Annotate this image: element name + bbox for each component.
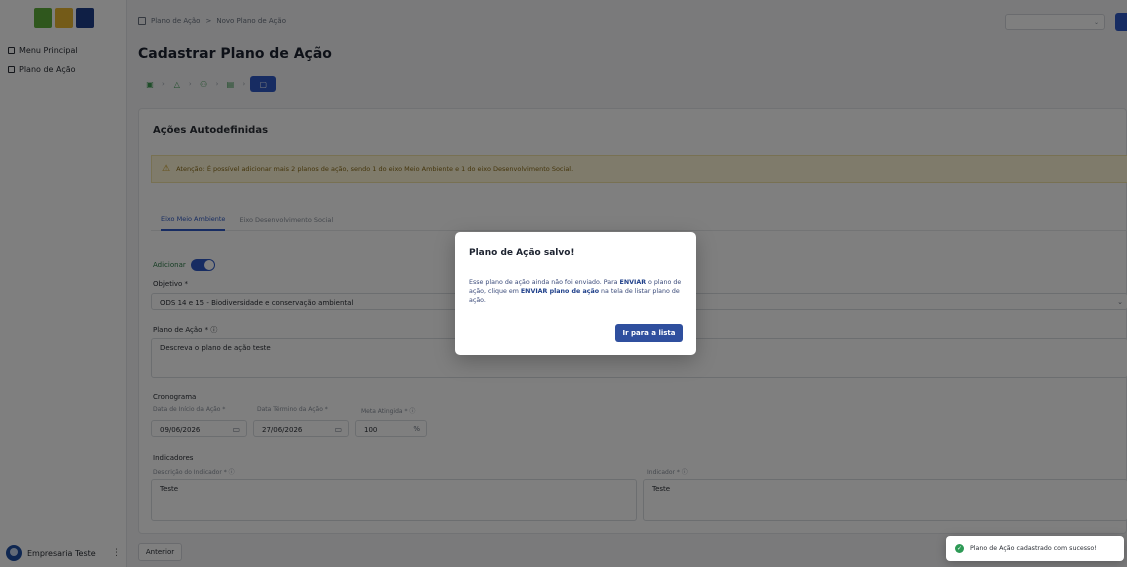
- modal-body-emphasis: ENVIAR plano de ação: [520, 288, 600, 295]
- go-to-list-button[interactable]: Ir para a lista: [615, 324, 683, 342]
- modal-body: Esse plano de ação ainda não foi enviado…: [469, 278, 687, 305]
- modal-title: Plano de Ação salvo!: [469, 248, 575, 258]
- toast-message: Plano de Ação cadastrado com sucesso!: [970, 545, 1097, 552]
- success-modal: Plano de Ação salvo! Esse plano de ação …: [455, 232, 696, 355]
- modal-body-text: Esse plano de ação ainda não foi enviado…: [469, 279, 620, 286]
- success-toast: ✓ Plano de Ação cadastrado com sucesso!: [946, 536, 1124, 561]
- check-circle-icon: ✓: [955, 544, 964, 553]
- modal-body-emphasis: ENVIAR: [619, 279, 647, 286]
